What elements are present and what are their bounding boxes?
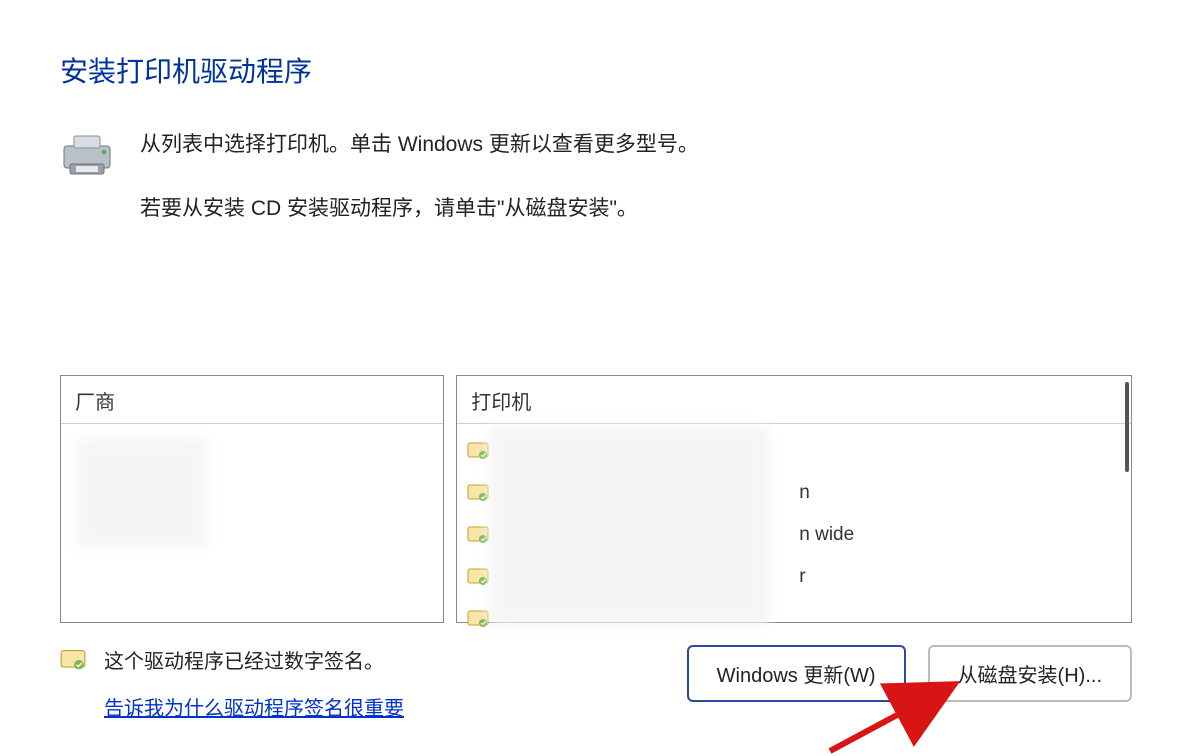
instruction-line-1: 从列表中选择打印机。单击 Windows 更新以查看更多型号。 bbox=[140, 128, 699, 162]
manufacturer-list[interactable]: 厂商 bbox=[60, 375, 444, 623]
certificate-icon bbox=[467, 484, 489, 502]
signature-info-link[interactable]: 告诉我为什么驱动程序签名很重要 bbox=[104, 692, 404, 721]
printer-list[interactable]: 打印机 n n wide r bbox=[456, 375, 1132, 623]
instruction-block: 从列表中选择打印机。单击 Windows 更新以查看更多型号。 若要从安装 CD… bbox=[60, 128, 1132, 255]
certificate-icon bbox=[467, 610, 489, 628]
printer-item-label: r bbox=[799, 566, 805, 588]
printer-item-label: n bbox=[799, 482, 810, 504]
dialog-title: 安装打印机驱动程序 bbox=[60, 50, 1132, 90]
windows-update-button[interactable]: Windows 更新(W) bbox=[687, 645, 906, 702]
from-disk-button[interactable]: 从磁盘安装(H)... bbox=[928, 645, 1132, 702]
printer-names-obscured bbox=[489, 426, 769, 626]
printer-icon bbox=[60, 132, 114, 178]
certificate-icon bbox=[467, 568, 489, 586]
printer-header: 打印机 bbox=[457, 376, 1131, 423]
manufacturer-header: 厂商 bbox=[61, 376, 443, 423]
instruction-line-2: 若要从安装 CD 安装驱动程序，请单击"从磁盘安装"。 bbox=[140, 192, 699, 226]
certificate-icon bbox=[467, 442, 489, 460]
signature-text: 这个驱动程序已经过数字签名。 bbox=[104, 645, 404, 674]
printer-item-label: n wide bbox=[799, 524, 854, 546]
manufacturer-item-obscured[interactable] bbox=[77, 438, 207, 548]
signature-icon bbox=[60, 649, 86, 671]
certificate-icon bbox=[467, 526, 489, 544]
